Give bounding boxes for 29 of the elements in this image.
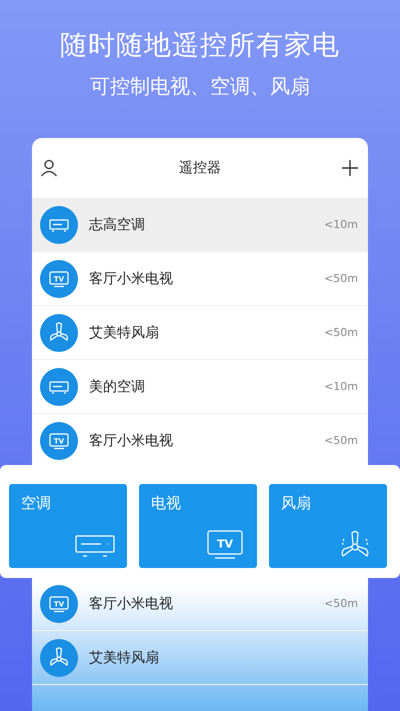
fan-icon — [40, 638, 78, 676]
distance-label: <50m — [324, 326, 358, 339]
screen-title: 遥控器 — [179, 159, 221, 177]
device-name: 美的空调 — [89, 378, 146, 396]
fan-icon — [40, 314, 78, 352]
category-label: 风扇 — [281, 494, 311, 513]
category-label: 电视 — [151, 494, 181, 513]
distance-label: <10m — [324, 218, 358, 231]
device-name: 志高空调 — [89, 216, 146, 234]
device-name: 艾美特风扇 — [89, 648, 160, 666]
add-icon[interactable] — [342, 160, 358, 176]
headline: 随时随地遥控所有家电 — [60, 29, 340, 63]
device-name: 客厅小米电视 — [89, 270, 174, 288]
distance-label: <50m — [324, 434, 358, 447]
air-conditioner-icon — [40, 206, 78, 244]
subheadline: 可控制电视、空调、风扇 — [90, 73, 310, 100]
category-label: 空调 — [21, 494, 51, 513]
device-row[interactable]: 美的空调 <10m — [32, 360, 368, 414]
device-name: 艾美特风扇 — [89, 324, 160, 342]
device-name: 客厅小米电视 — [89, 594, 174, 612]
distance-label: <50m — [324, 597, 358, 610]
device-row[interactable]: 志高空调 <10m — [32, 198, 368, 252]
user-icon[interactable] — [40, 159, 58, 177]
distance-label: <50m — [324, 272, 358, 285]
device-name: 客厅小米电视 — [89, 432, 174, 450]
device-row[interactable]: 艾美特风扇 — [32, 631, 368, 685]
air-conditioner-icon — [40, 368, 78, 406]
distance-label: <10m — [324, 380, 358, 393]
device-row[interactable]: 艾美特风扇 <50m — [32, 306, 368, 360]
